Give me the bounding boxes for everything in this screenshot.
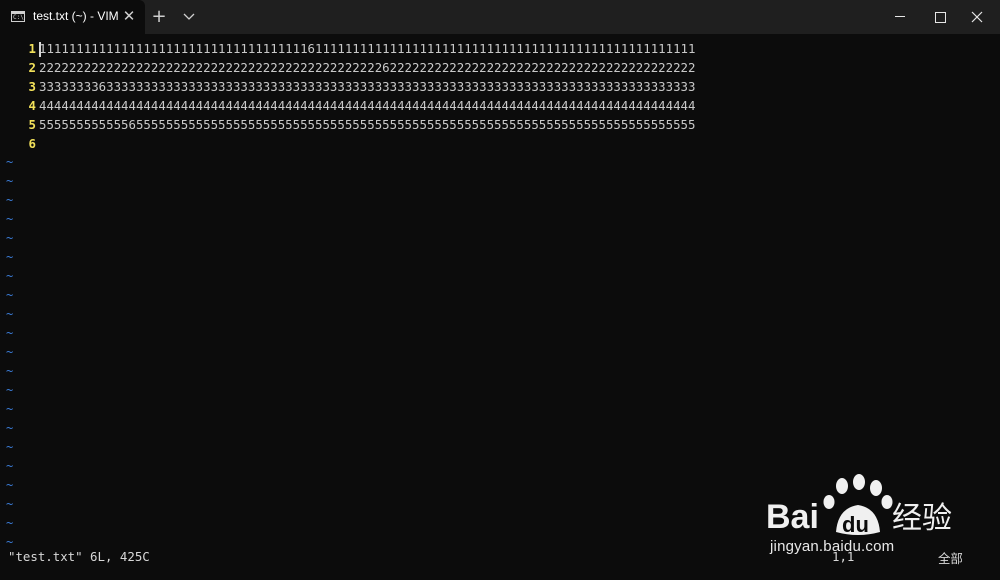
close-icon[interactable]: ✕ <box>120 7 138 25</box>
empty-line-tilde: ~ <box>6 383 14 397</box>
baidu-paw-icon: Bai du 经验 <box>766 474 952 537</box>
buffer-line[interactable]: 6 <box>0 134 39 153</box>
empty-line-tilde: ~ <box>6 212 14 226</box>
empty-line-tilde: ~ <box>6 421 14 435</box>
line-text[interactable]: 5555555555556555555555555555555555555555… <box>36 117 695 132</box>
buffer-line[interactable]: 4 444444444444444444444444444444444444444… <box>0 96 696 115</box>
empty-line-tilde: ~ <box>6 345 14 359</box>
empty-line-tilde: ~ <box>6 440 14 454</box>
line-text[interactable]: 3333333363333333333333333333333333333333… <box>36 79 695 94</box>
empty-line-tilde: ~ <box>6 497 14 511</box>
line-text[interactable]: 1111111111111111111111111111111111116111… <box>36 41 695 56</box>
svg-text:Bai: Bai <box>766 498 819 536</box>
line-number: 3 <box>28 79 36 94</box>
line-number: 5 <box>28 117 36 132</box>
line-text[interactable]: 2222222222222222222222222222222222222222… <box>36 60 695 75</box>
text-cursor <box>39 42 41 57</box>
close-window-icon[interactable] <box>954 0 1000 34</box>
editor-buffer[interactable]: 1 111111111111111111111111111111111111611… <box>0 34 1000 549</box>
empty-line-tilde: ~ <box>6 307 14 321</box>
tab-title: test.txt (~) - VIM <box>33 9 119 23</box>
buffer-line[interactable]: 5 555555555555655555555555555555555555555… <box>0 115 696 134</box>
empty-line-tilde: ~ <box>6 326 14 340</box>
line-text[interactable]: 4444444444444444444444444444444444444444… <box>36 98 695 113</box>
buffer-line[interactable]: 2 222222222222222222222222222222222222222… <box>0 58 696 77</box>
watermark-url: jingyan.baidu.com <box>770 538 895 555</box>
line-text[interactable] <box>36 136 39 151</box>
empty-line-tilde: ~ <box>6 174 14 188</box>
baidu-watermark-logo: Bai du 经验 jingyan.baidu.com <box>766 472 986 562</box>
empty-line-tilde: ~ <box>6 269 14 283</box>
terminal-icon: C:\ <box>11 11 25 22</box>
tab-vim[interactable]: C:\ test.txt (~) - VIM ✕ <box>0 0 145 34</box>
line-number: 2 <box>28 60 36 75</box>
buffer-line[interactable]: 1 111111111111111111111111111111111111611… <box>0 39 696 58</box>
line-number: 1 <box>28 41 36 56</box>
svg-text:经验: 经验 <box>892 501 952 536</box>
line-number: 4 <box>28 98 36 113</box>
empty-line-tilde: ~ <box>6 250 14 264</box>
empty-line-tilde: ~ <box>6 459 14 473</box>
file-info: "test.txt" 6L, 425C <box>8 549 150 564</box>
chevron-down-icon[interactable] <box>179 7 199 27</box>
svg-text:du: du <box>842 512 869 537</box>
title-bar: C:\ test.txt (~) - VIM ✕ + <box>0 0 1000 34</box>
empty-line-tilde: ~ <box>6 193 14 207</box>
empty-line-tilde: ~ <box>6 288 14 302</box>
empty-line-tilde: ~ <box>6 402 14 416</box>
empty-line-tilde: ~ <box>6 231 14 245</box>
line-number: 6 <box>28 136 36 151</box>
empty-line-tilde: ~ <box>6 364 14 378</box>
plus-icon[interactable]: + <box>149 7 169 27</box>
empty-line-tilde: ~ <box>6 478 14 492</box>
empty-line-tilde: ~ <box>6 155 14 169</box>
empty-line-tilde: ~ <box>6 516 14 530</box>
buffer-line[interactable]: 3 333333336333333333333333333333333333333… <box>0 77 696 96</box>
